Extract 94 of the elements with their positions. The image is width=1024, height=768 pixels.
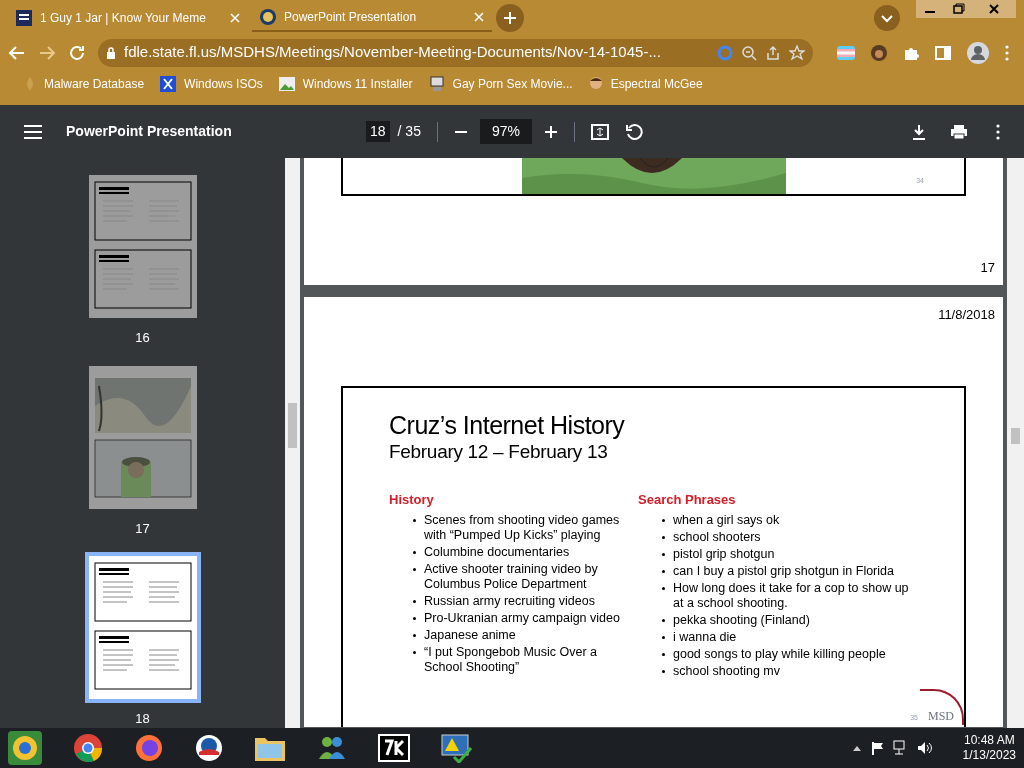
archive-icon[interactable]	[378, 734, 410, 762]
flag-icon[interactable]	[870, 741, 885, 755]
msd-logo: MSD	[920, 689, 964, 725]
bullet-icon	[662, 569, 665, 573]
flag-extension-icon[interactable]	[837, 45, 855, 60]
clock-time[interactable]: 10:48 AM	[963, 733, 1015, 748]
chromium-icon[interactable]	[8, 731, 42, 765]
lock-icon	[106, 46, 116, 59]
document-title: PowerPoint Presentation	[66, 122, 233, 141]
slide-date: 11/8/2018	[938, 306, 995, 324]
bullet-icon	[662, 652, 665, 656]
star-icon[interactable]	[789, 44, 805, 61]
menu-icon[interactable]	[24, 124, 42, 139]
column-heading: Search Phrases	[638, 491, 737, 509]
address-bar[interactable]: fdle.state.fl.us/MSDHS/Meetings/November-Meeting-Documents/Nov-14-1045-...	[98, 38, 813, 67]
bullet-icon	[662, 535, 665, 539]
list-item: Pro-Ukranian army campaign video	[424, 610, 620, 626]
chrome-icon[interactable]	[72, 732, 104, 764]
bullet-icon	[413, 633, 416, 637]
leaf-icon	[24, 77, 36, 91]
list-item: “I put Spongebob Music Over a School Shooting”	[424, 644, 598, 675]
list-item: Scenes from shooting video games with “Pumped Up Kicks” playing	[424, 512, 621, 543]
firefox-icon[interactable]	[134, 733, 164, 763]
bullet-icon	[662, 586, 665, 590]
bookmark[interactable]: Malware Database	[24, 75, 145, 93]
page-number: 17	[980, 258, 995, 277]
fit-page-icon[interactable]	[590, 123, 609, 140]
bookmark[interactable]: Gay Porn Sex Movie...	[428, 75, 573, 93]
list-item: i wanna die	[673, 629, 737, 645]
close-icon[interactable]	[972, 0, 1016, 18]
page-number-field[interactable]: 18	[366, 121, 390, 142]
thumbnail-label: 17	[135, 519, 150, 538]
caret-icon[interactable]	[852, 745, 861, 751]
thumbnail-label: 18	[135, 710, 150, 728]
print-icon[interactable]	[950, 123, 968, 140]
list-item: How long does it take for a cop to show up at a school shooting.	[673, 580, 910, 611]
new-tab-icon[interactable]	[496, 3, 524, 32]
bullet-icon	[413, 567, 416, 571]
circle-logo-icon[interactable]	[194, 733, 224, 763]
bullet-icon	[662, 552, 665, 556]
list-item: Active shooter training video by Columbus Police Department	[424, 561, 599, 592]
bookmark[interactable]: Windows 11 Installer	[278, 75, 413, 93]
image-icon	[278, 77, 295, 91]
seal-icon	[260, 8, 276, 25]
more-icon[interactable]	[996, 123, 1000, 140]
share-icon[interactable]	[765, 44, 781, 61]
bullet-icon	[413, 650, 416, 654]
column-heading: History	[389, 491, 435, 509]
zoom-in-icon[interactable]	[543, 124, 558, 139]
scrollbar[interactable]	[285, 158, 300, 728]
slide-subtitle: February 12 – February 13	[389, 440, 609, 464]
clock-date[interactable]: 1/13/2023	[962, 748, 1016, 763]
url-text: fdle.state.fl.us/MSDHS/Meetings/November-Meeting-Documents/Nov-14-1045-...	[124, 42, 662, 63]
download-icon[interactable]	[912, 123, 926, 140]
bullet-icon	[662, 618, 665, 622]
computer-icon	[428, 76, 445, 92]
tab-search-icon[interactable]	[874, 4, 900, 31]
profile-icon[interactable]	[967, 41, 989, 64]
list-item: pistol grip shotgun	[673, 546, 775, 562]
speaker-icon[interactable]	[916, 741, 933, 755]
bullet-icon	[413, 518, 416, 522]
list-item: Russian army recruiting videos	[424, 593, 595, 609]
list-item: good songs to play while killing people	[673, 646, 886, 662]
bullet-icon	[413, 599, 416, 603]
minimize-icon[interactable]	[916, 0, 944, 18]
list-item: pekka shooting (Finland)	[673, 612, 810, 628]
zoom-field[interactable]: 97%	[479, 119, 532, 144]
bullet-icon	[662, 669, 665, 673]
side-panel-icon[interactable]	[935, 44, 951, 61]
character-icon	[588, 76, 603, 92]
list-item: when a girl says ok	[673, 512, 780, 528]
slide-title: Cruz’s Internet History	[389, 410, 626, 440]
browser-tab[interactable]: 1 Guy 1 Jar | Know Your Meme	[8, 3, 248, 32]
bookmark[interactable]: Espectral McGee	[588, 75, 703, 93]
bullet-icon	[662, 635, 665, 639]
x-logo-icon	[160, 76, 177, 92]
page-total: / 35	[397, 122, 421, 141]
rotate-icon[interactable]	[624, 122, 643, 141]
list-item: school shooters	[673, 529, 761, 545]
bullet-icon	[413, 550, 416, 554]
bullet-icon	[413, 616, 416, 620]
list-item: Japanese anime	[424, 627, 516, 643]
list-item: Columbine documentaries	[424, 544, 570, 560]
avatar-extension-icon[interactable]	[871, 44, 887, 61]
warning-monitor-icon[interactable]	[440, 733, 472, 763]
bookmark[interactable]: Windows ISOs	[160, 75, 263, 93]
reload-icon[interactable]	[68, 43, 86, 62]
scrollbar[interactable]	[1007, 158, 1024, 728]
site-logo-icon	[16, 9, 32, 26]
list-item: can I buy a pistol grip shotgun in Florida	[673, 563, 894, 579]
list-item: school shooting mv	[673, 663, 780, 679]
back-icon[interactable]	[8, 43, 26, 62]
bullet-icon	[662, 518, 665, 522]
thumbnail-label: 16	[135, 329, 150, 347]
